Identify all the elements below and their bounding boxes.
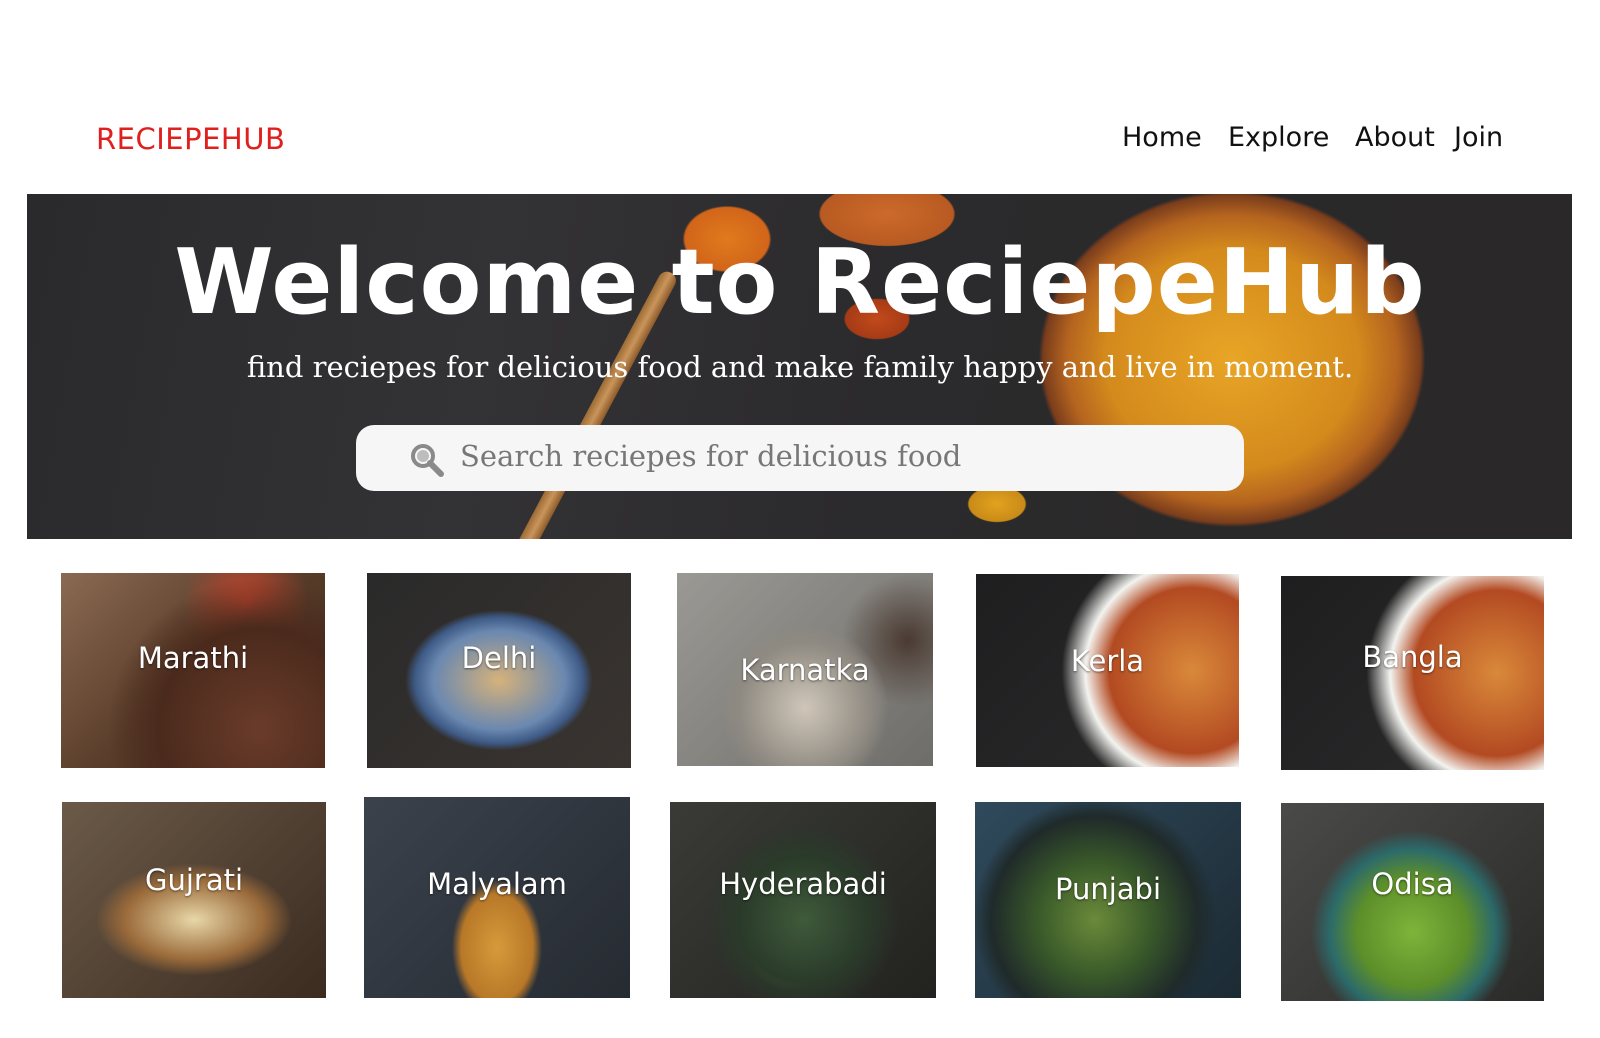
card-hyderabadi[interactable]: Hyderabadi: [670, 802, 936, 998]
nav-home[interactable]: Home: [1122, 122, 1202, 153]
card-karnatka[interactable]: Karnatka: [677, 573, 933, 766]
card-bangla[interactable]: Bangla: [1281, 576, 1544, 770]
card-label: Malyalam: [427, 867, 567, 901]
search-icon: [411, 444, 444, 477]
card-label: Delhi: [461, 641, 537, 675]
card-gujrati[interactable]: Gujrati: [62, 802, 326, 998]
card-delhi[interactable]: Delhi: [367, 573, 631, 768]
card-odisa[interactable]: Odisa: [1281, 803, 1544, 1001]
card-label: Marathi: [137, 641, 249, 675]
nav-about[interactable]: About: [1355, 122, 1435, 153]
card-label: Hyderabadi: [719, 867, 887, 901]
card-label: Bangla: [1362, 640, 1463, 674]
search-input[interactable]: Search reciepes for delicious food: [460, 439, 961, 473]
card-kerla[interactable]: Kerla: [976, 574, 1239, 767]
card-label: Karnatka: [740, 653, 870, 687]
card-label: Punjabi: [1054, 872, 1162, 906]
main-nav: Home Explore About Join: [1000, 122, 1510, 162]
hero-subtitle: find reciepes for delicious food and mak…: [246, 350, 1354, 384]
card-label: Odisa: [1371, 867, 1454, 901]
nav-join[interactable]: Join: [1454, 122, 1503, 153]
card-punjabi[interactable]: Punjabi: [975, 802, 1241, 998]
search-bar[interactable]: Search reciepes for delicious food: [356, 425, 1244, 491]
hero-banner: Welcome to ReciepeHub find reciepes for …: [27, 194, 1572, 539]
card-marathi[interactable]: Marathi: [61, 573, 325, 768]
card-label: Gujrati: [144, 863, 244, 897]
nav-explore[interactable]: Explore: [1228, 122, 1329, 153]
logo[interactable]: RECIEPEHUB: [96, 122, 285, 156]
card-label: Kerla: [1070, 644, 1145, 678]
hero-title: Welcome to ReciepeHub: [174, 230, 1426, 335]
card-malyalam[interactable]: Malyalam: [364, 797, 630, 998]
